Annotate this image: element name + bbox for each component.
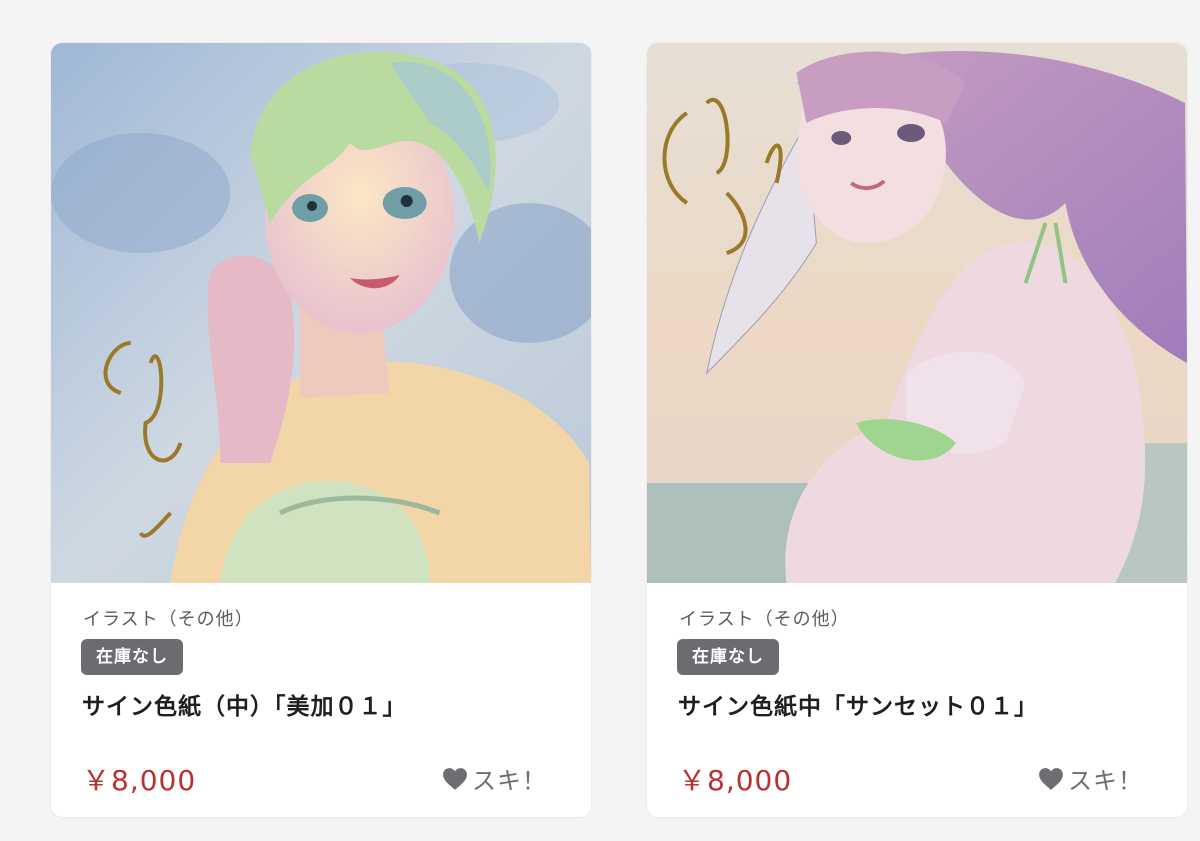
product-title[interactable]: サイン色紙（中）「美加０１」: [82, 687, 407, 721]
product-price: ￥8,000: [82, 764, 197, 797]
heart-icon: [443, 767, 467, 790]
stock-badge: 在庫なし: [81, 639, 183, 675]
product-price: ￥8,000: [678, 764, 793, 797]
product-image[interactable]: [647, 43, 1187, 583]
product-image[interactable]: [51, 43, 591, 583]
product-grid: イラスト（その他） 在庫なし サイン色紙（中）「美加０１」 ￥8,000 スキ！: [50, 42, 1188, 818]
like-label: スキ！: [1068, 767, 1143, 795]
heart-icon: [1039, 767, 1063, 790]
product-card[interactable]: イラスト（その他） 在庫なし サイン色紙中「サンセット０１」 ￥8,000 スキ…: [646, 42, 1188, 818]
like-button[interactable]: スキ！: [442, 761, 547, 796]
product-category: イラスト（その他）: [83, 609, 254, 630]
product-category: イラスト（その他）: [679, 609, 850, 630]
product-title[interactable]: サイン色紙中「サンセット０１」: [678, 687, 1038, 721]
product-card[interactable]: イラスト（その他） 在庫なし サイン色紙（中）「美加０１」 ￥8,000 スキ！: [50, 42, 592, 818]
product-info: イラスト（その他） 在庫なし サイン色紙（中）「美加０１」 ￥8,000 スキ！: [51, 583, 591, 817]
like-button[interactable]: スキ！: [1038, 761, 1143, 796]
stock-badge: 在庫なし: [677, 639, 779, 675]
like-label: スキ！: [472, 767, 547, 795]
product-info: イラスト（その他） 在庫なし サイン色紙中「サンセット０１」 ￥8,000 スキ…: [647, 583, 1187, 817]
